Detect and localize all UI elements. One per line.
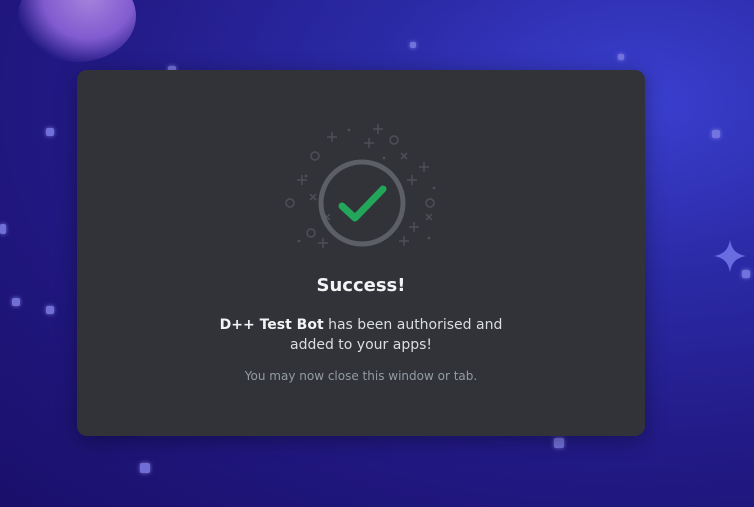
success-check-icon [285,124,436,248]
sparkle-icon [714,240,746,272]
background-star [46,128,54,136]
background-star [0,224,6,234]
decorative-orb [18,0,136,62]
message-line-2: added to your apps! [290,337,432,353]
close-hint: You may now close this window or tab. [244,369,478,383]
background-star [12,298,20,306]
background-star [46,306,54,314]
success-dialog: Success! D++ Test Bot has been authorise… [77,70,645,436]
background-star [410,42,416,48]
background-star [140,463,150,473]
background-star [618,54,624,60]
background-star [712,130,720,138]
bot-name: D++ Test Bot [219,317,324,333]
message-line-1: has been authorised and [328,317,503,333]
dialog-message: D++ Test Bot has been authorised and add… [211,315,511,355]
background-star [554,438,564,448]
dialog-title: Success! [316,275,406,296]
